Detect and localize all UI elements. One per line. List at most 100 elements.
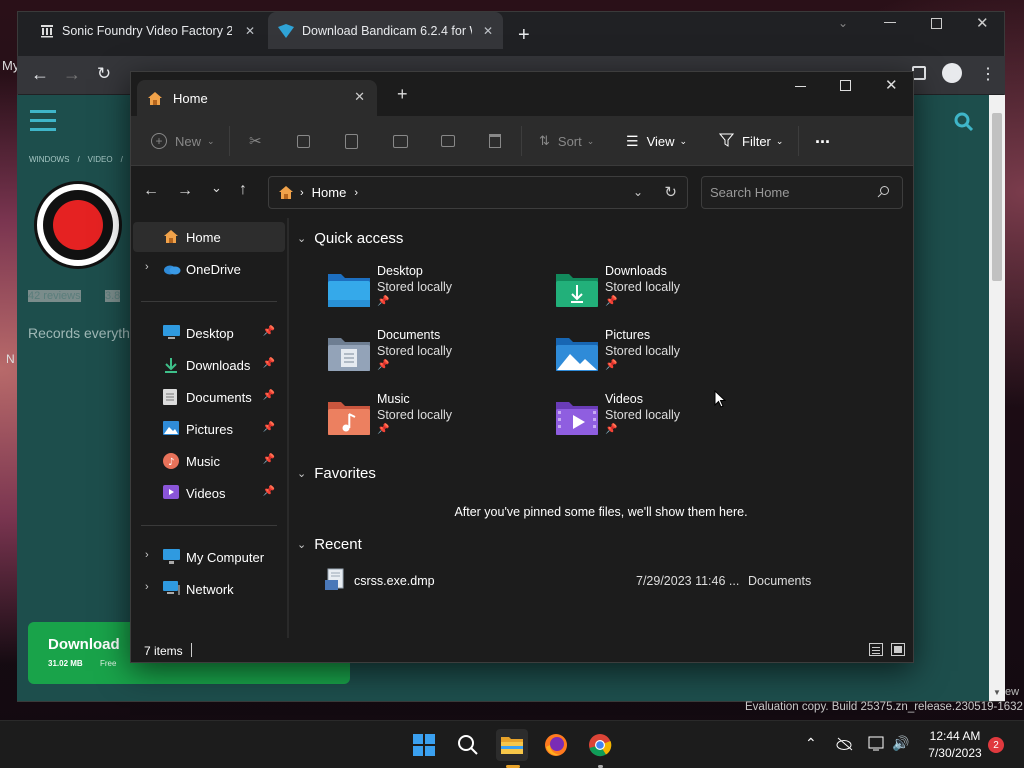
bank-icon <box>40 24 54 38</box>
divider <box>141 525 277 526</box>
home-icon <box>163 229 181 245</box>
pin-icon[interactable]: 📌 <box>263 486 275 497</box>
network-status-icon[interactable] <box>868 736 886 757</box>
minimize-icon[interactable] <box>795 86 806 87</box>
sidebar-item-desktop[interactable]: Desktop 📌 <box>133 318 285 348</box>
recent-header[interactable]: ⌄ Recent <box>297 536 362 553</box>
close-tab-icon[interactable]: ✕ <box>354 89 365 105</box>
new-button[interactable]: + New ⌄ <box>151 128 215 154</box>
sidebar-item-home[interactable]: Home <box>133 222 285 252</box>
view-button[interactable]: ☰ View ⌄ <box>626 128 687 154</box>
back-arrow-icon[interactable]: ← <box>143 182 159 200</box>
pin-icon[interactable]: 📌 <box>263 390 275 401</box>
refresh-icon[interactable]: ↻ <box>664 183 677 201</box>
sidebar-item-videos[interactable]: Videos 📌 <box>133 478 285 508</box>
back-arrow-icon[interactable]: ← <box>30 64 50 84</box>
site-search-icon[interactable] <box>954 112 974 132</box>
quick-access-header[interactable]: ⌄ Quick access <box>297 230 403 247</box>
minimize-icon[interactable] <box>884 22 896 23</box>
paste-icon[interactable] <box>345 128 358 154</box>
explorer-tab-home[interactable]: Home ✕ <box>137 80 377 116</box>
show-hidden-icons-chevron-icon[interactable]: ⌃ <box>805 735 817 752</box>
quick-access-item-desktop[interactable]: Desktop Stored locally 📌 <box>327 264 547 320</box>
rename-icon[interactable] <box>393 128 408 154</box>
page-scrollbar[interactable] <box>989 95 1005 701</box>
close-icon[interactable]: ✕ <box>976 14 989 32</box>
up-arrow-icon[interactable]: ↑ <box>239 181 247 199</box>
more-options-button[interactable]: ... <box>815 124 830 150</box>
firefox-icon[interactable] <box>540 729 572 761</box>
recent-locations-chevron-icon[interactable]: ⌄ <box>211 180 222 196</box>
sidebar-item-network[interactable]: › Network <box>133 574 285 604</box>
text-caret <box>191 643 192 657</box>
sidebar-item-my-computer[interactable]: › My Computer <box>133 542 285 572</box>
details-view-icon[interactable] <box>869 643 883 656</box>
pin-icon[interactable]: 📌 <box>263 454 275 465</box>
sort-button[interactable]: ⇅ Sort ⌄ <box>539 128 594 154</box>
clock-time[interactable]: 12:44 AM <box>926 729 984 743</box>
navigation-bar: ← → ⌄ ↑ › Home › ⌄ ↻ Search Home <box>131 166 913 218</box>
quick-access-item-downloads[interactable]: Downloads Stored locally 📌 <box>555 264 775 320</box>
onedrive-offline-icon[interactable] <box>836 737 854 756</box>
delete-icon[interactable] <box>489 128 501 154</box>
filter-button[interactable]: Filter ⌄ <box>718 128 783 154</box>
chevron-right-icon[interactable]: › <box>145 549 149 561</box>
menu-kebab-icon[interactable]: ⋮ <box>980 64 996 84</box>
pin-icon[interactable]: 📌 <box>263 358 275 369</box>
search-icon[interactable] <box>452 729 484 761</box>
quick-access-item-documents[interactable]: Documents Stored locally 📌 <box>327 328 547 384</box>
breadcrumb-windows[interactable]: WINDOWS <box>29 155 69 164</box>
extensions-icon[interactable] <box>912 66 926 80</box>
hamburger-menu-icon[interactable] <box>30 110 56 132</box>
maximize-icon[interactable] <box>840 80 851 91</box>
sidebar-item-documents[interactable]: Documents 📌 <box>133 382 285 412</box>
chevron-right-icon[interactable]: › <box>145 261 149 273</box>
chrome-icon[interactable] <box>584 729 616 761</box>
reviews-link[interactable]: 42 reviews <box>28 290 81 302</box>
maximize-icon[interactable] <box>931 18 942 29</box>
tiles-view-icon[interactable] <box>891 643 905 656</box>
browser-tab-bandicam[interactable]: Download Bandicam 6.2.4 for Wi ✕ <box>268 12 503 49</box>
cut-icon[interactable]: ✂ <box>249 128 262 154</box>
close-icon[interactable]: ✕ <box>885 76 898 94</box>
notification-badge[interactable]: 2 <box>988 737 1004 753</box>
recent-file-row[interactable]: csrss.exe.dmp 7/29/2023 11:46 ... Docume… <box>325 568 885 594</box>
volume-icon[interactable]: 🔊 <box>892 735 909 752</box>
forward-arrow-icon[interactable]: → <box>62 64 82 84</box>
sidebar-item-pictures[interactable]: Pictures 📌 <box>133 414 285 444</box>
file-explorer-taskbar-icon[interactable] <box>496 729 528 761</box>
forward-arrow-icon[interactable]: → <box>177 182 193 200</box>
browser-tab-video-factory[interactable]: Sonic Foundry Video Factory 2.0 ✕ <box>30 12 265 49</box>
clock-date[interactable]: 7/30/2023 <box>926 746 984 760</box>
sidebar-item-onedrive[interactable]: › OneDrive <box>133 254 285 284</box>
share-icon[interactable] <box>441 128 455 154</box>
quick-access-item-videos[interactable]: Videos Stored locally 📌 <box>555 392 775 448</box>
quick-access-item-music[interactable]: Music Stored locally 📌 <box>327 392 547 448</box>
pane-splitter[interactable] <box>287 218 289 638</box>
search-input[interactable]: Search Home <box>710 185 789 200</box>
chevron-right-icon[interactable]: › <box>145 581 149 593</box>
pin-icon[interactable]: 📌 <box>263 422 275 433</box>
pin-icon[interactable]: 📌 <box>263 326 275 337</box>
address-crumb[interactable]: Home <box>312 185 347 200</box>
windows-start-icon[interactable] <box>408 729 440 761</box>
breadcrumb-video[interactable]: VIDEO <box>88 155 113 164</box>
left-edge-text: N <box>6 352 15 366</box>
close-tab-icon[interactable]: ✕ <box>245 24 255 38</box>
reload-icon[interactable]: ↻ <box>94 64 114 84</box>
profile-avatar-icon[interactable] <box>942 63 962 83</box>
copy-icon[interactable] <box>297 128 310 154</box>
close-tab-icon[interactable]: ✕ <box>483 24 493 38</box>
sidebar-item-downloads[interactable]: Downloads 📌 <box>133 350 285 380</box>
scroll-down-icon[interactable]: ▼ <box>993 688 1001 697</box>
quick-access-item-pictures[interactable]: Pictures Stored locally 📌 <box>555 328 775 384</box>
favorites-header[interactable]: ⌄ Favorites <box>297 465 376 482</box>
sidebar-item-music[interactable]: ♪ Music 📌 <box>133 446 285 476</box>
search-box[interactable]: Search Home <box>701 176 903 209</box>
new-tab-button[interactable]: + <box>518 24 530 47</box>
address-bar[interactable]: › Home › ⌄ ↻ <box>268 176 688 209</box>
favorites-empty-message: After you've pinned some files, we'll sh… <box>454 505 748 519</box>
new-tab-icon[interactable]: + <box>397 84 408 105</box>
chevron-down-icon[interactable]: ⌄ <box>838 16 848 30</box>
address-history-chevron-icon[interactable]: ⌄ <box>633 185 643 199</box>
